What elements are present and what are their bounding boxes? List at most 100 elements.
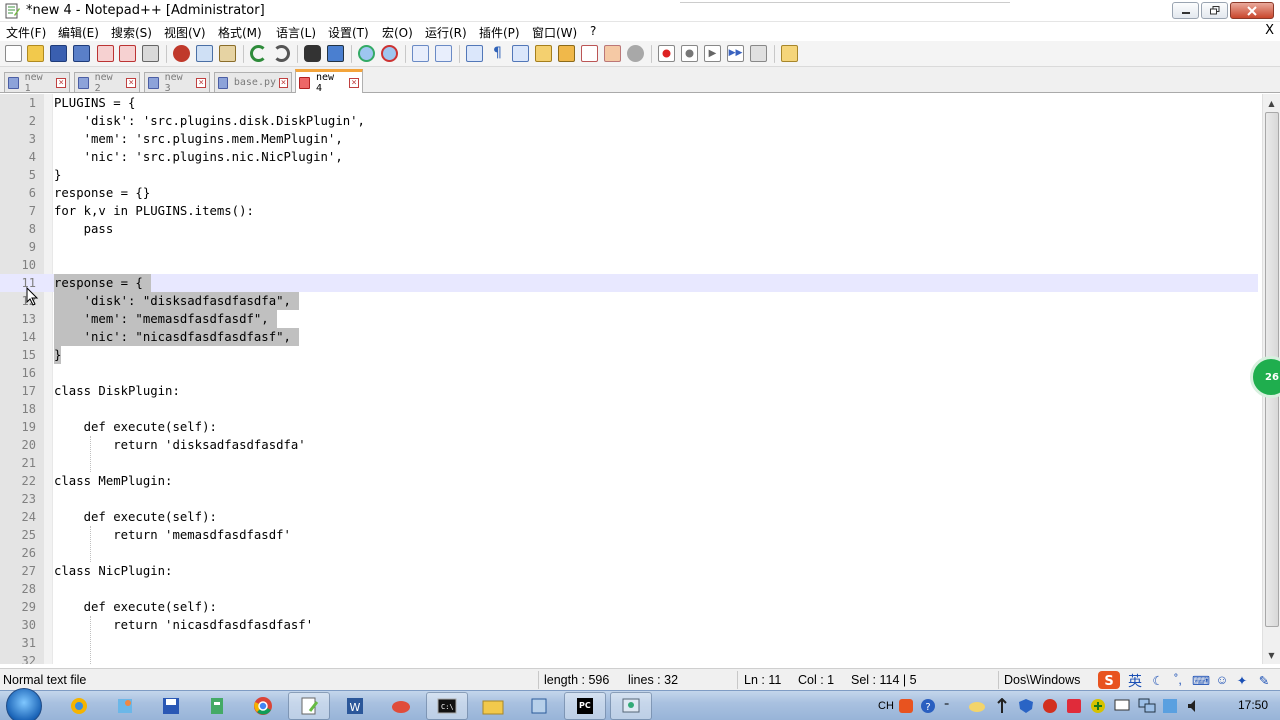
code-line[interactable]: 28 bbox=[0, 580, 1258, 598]
code-line[interactable]: 17 class DiskPlugin: bbox=[0, 382, 1258, 400]
shield-tray-icon[interactable] bbox=[1018, 691, 1034, 720]
menu-language[interactable]: 语言(L) bbox=[276, 24, 316, 41]
code-line[interactable]: 25 return 'memasdfasdfasdf' bbox=[0, 526, 1258, 544]
record-macro-icon[interactable] bbox=[658, 45, 675, 62]
code-line[interactable]: 7 for k,v in PLUGINS.items(): bbox=[0, 202, 1258, 220]
tab-new-2[interactable]: new 2 × bbox=[74, 72, 140, 94]
code-line[interactable]: 1 PLUGINS = { bbox=[0, 94, 1258, 112]
ime-tray-icon[interactable] bbox=[1162, 691, 1178, 720]
close-document-button[interactable]: X bbox=[1265, 23, 1274, 38]
zoom-in-icon[interactable] bbox=[358, 45, 375, 62]
code-line[interactable]: 6 response = {} bbox=[0, 184, 1258, 202]
menu-file[interactable]: 文件(F) bbox=[6, 24, 46, 41]
code-line[interactable]: 13 'mem': "memasdfasdfasdf", bbox=[0, 310, 1258, 328]
replace-icon[interactable] bbox=[327, 45, 344, 62]
network-app[interactable] bbox=[196, 692, 238, 720]
tab-close-icon[interactable]: × bbox=[126, 77, 136, 88]
code-line[interactable]: 4 'nic': 'src.plugins.nic.NicPlugin', bbox=[0, 148, 1258, 166]
save-all-icon[interactable] bbox=[73, 45, 90, 62]
code-line[interactable]: 24 def execute(self): bbox=[0, 508, 1258, 526]
menu-window[interactable]: 窗口(W) bbox=[532, 24, 577, 41]
menu-settings[interactable]: 设置(T) bbox=[328, 24, 369, 41]
code-line[interactable]: 32 bbox=[0, 652, 1258, 664]
paint-app[interactable] bbox=[104, 692, 146, 720]
sogou-tray-icon[interactable] bbox=[898, 691, 914, 720]
minimize-button[interactable] bbox=[1172, 2, 1199, 19]
menu-edit[interactable]: 编辑(E) bbox=[58, 24, 99, 41]
user-icon[interactable]: ☺ bbox=[1214, 670, 1230, 690]
undo-icon[interactable] bbox=[250, 45, 267, 62]
code-line[interactable]: 5} bbox=[0, 166, 1258, 184]
code-line[interactable]: 10 bbox=[0, 256, 1258, 274]
code-line[interactable]: 27 class NicPlugin: bbox=[0, 562, 1258, 580]
volume-tray-icon[interactable] bbox=[1186, 691, 1202, 720]
tab-new-4[interactable]: new 4 × bbox=[295, 69, 363, 94]
menu-macro[interactable]: 宏(O) bbox=[382, 24, 413, 41]
print-icon[interactable] bbox=[142, 45, 159, 62]
tab-new-3[interactable]: new 3 × bbox=[144, 72, 210, 94]
code-line[interactable]: 9 bbox=[0, 238, 1258, 256]
scroll-up-icon[interactable]: ▲ bbox=[1265, 96, 1278, 110]
editor[interactable]: 1 PLUGINS = {2 'disk': 'src.plugins.disk.… bbox=[0, 94, 1280, 664]
punctuation-icon[interactable]: ˚, bbox=[1170, 670, 1186, 690]
menu-run[interactable]: 运行(R) bbox=[425, 24, 467, 41]
terminal-app[interactable]: C:\ bbox=[426, 692, 468, 720]
explorer-app[interactable] bbox=[472, 692, 514, 720]
save-app[interactable] bbox=[150, 692, 192, 720]
code-line[interactable]: 22 class MemPlugin: bbox=[0, 472, 1258, 490]
heart-tray-icon[interactable] bbox=[1066, 691, 1082, 720]
copy-icon[interactable] bbox=[196, 45, 213, 62]
save-macro-icon[interactable] bbox=[750, 45, 767, 62]
new-file-icon[interactable] bbox=[5, 45, 22, 62]
wrench-icon[interactable]: ✎ bbox=[1256, 670, 1272, 690]
word-wrap-icon[interactable] bbox=[466, 45, 483, 62]
mail-app[interactable] bbox=[380, 692, 422, 720]
display-tray-icon[interactable] bbox=[1114, 691, 1130, 720]
indent-guide-icon[interactable] bbox=[512, 45, 529, 62]
code-line[interactable]: 8 pass bbox=[0, 220, 1258, 238]
tab-close-icon[interactable]: × bbox=[349, 77, 360, 88]
stop-macro-icon[interactable] bbox=[681, 45, 698, 62]
help-tray-icon[interactable]: ? bbox=[920, 691, 936, 720]
folder-workspace-icon[interactable] bbox=[604, 45, 621, 62]
doc-map-icon[interactable] bbox=[558, 45, 575, 62]
run-macro-multiple-icon[interactable]: ▶▶ bbox=[727, 45, 744, 62]
tray-language[interactable]: CH bbox=[878, 691, 894, 720]
record-tray-icon[interactable] bbox=[1042, 691, 1058, 720]
scroll-down-icon[interactable]: ▼ bbox=[1265, 648, 1278, 662]
function-list-icon[interactable] bbox=[581, 45, 598, 62]
sync-vertical-icon[interactable] bbox=[412, 45, 429, 62]
menu-format[interactable]: 格式(M) bbox=[218, 24, 262, 41]
show-all-chars-icon[interactable]: ¶ bbox=[489, 45, 506, 62]
code-line[interactable]: 2 'disk': 'src.plugins.disk.DiskPlugin', bbox=[0, 112, 1258, 130]
code-line[interactable]: 3 'mem': 'src.plugins.mem.MemPlugin', bbox=[0, 130, 1258, 148]
code-line[interactable]: 14 'nic': "nicasdfasdfasdfasf", bbox=[0, 328, 1258, 346]
save-icon[interactable] bbox=[50, 45, 67, 62]
menu-search[interactable]: 搜索(S) bbox=[111, 24, 152, 41]
tab-close-icon[interactable]: × bbox=[56, 77, 66, 88]
zoom-out-icon[interactable] bbox=[381, 45, 398, 62]
code-line[interactable]: 31 bbox=[0, 634, 1258, 652]
virtualbox-app[interactable] bbox=[518, 692, 560, 720]
code-line[interactable]: 21 bbox=[0, 454, 1258, 472]
code-line[interactable]: 12 'disk': "disksadfasdfasdfa", bbox=[0, 292, 1258, 310]
maximize-button[interactable] bbox=[1201, 2, 1228, 19]
code-line[interactable]: 11 response = { bbox=[0, 274, 1258, 292]
plugin-icon[interactable] bbox=[781, 45, 798, 62]
tab-new-1[interactable]: new 1 × bbox=[4, 72, 70, 94]
redo-icon[interactable] bbox=[273, 45, 290, 62]
menu-help[interactable]: ? bbox=[590, 24, 596, 38]
tab-close-icon[interactable]: × bbox=[279, 77, 288, 88]
tab-close-icon[interactable]: × bbox=[196, 77, 206, 88]
sogou-ime-icon[interactable]: S bbox=[1095, 670, 1123, 690]
code-line[interactable]: 20 return 'disksadfasdfasdfa' bbox=[0, 436, 1258, 454]
moon-icon[interactable]: ☾ bbox=[1150, 670, 1166, 690]
code-line[interactable]: 18 bbox=[0, 400, 1258, 418]
weather-tray-icon[interactable] bbox=[968, 691, 986, 720]
skin-icon[interactable]: ✦ bbox=[1234, 670, 1250, 690]
notepadpp-app[interactable] bbox=[288, 692, 330, 720]
start-button[interactable] bbox=[6, 688, 42, 720]
code-line[interactable]: 23 bbox=[0, 490, 1258, 508]
monitoring-icon[interactable] bbox=[627, 45, 644, 62]
tray-chevron-icon[interactable]: ⁼ bbox=[944, 691, 949, 720]
